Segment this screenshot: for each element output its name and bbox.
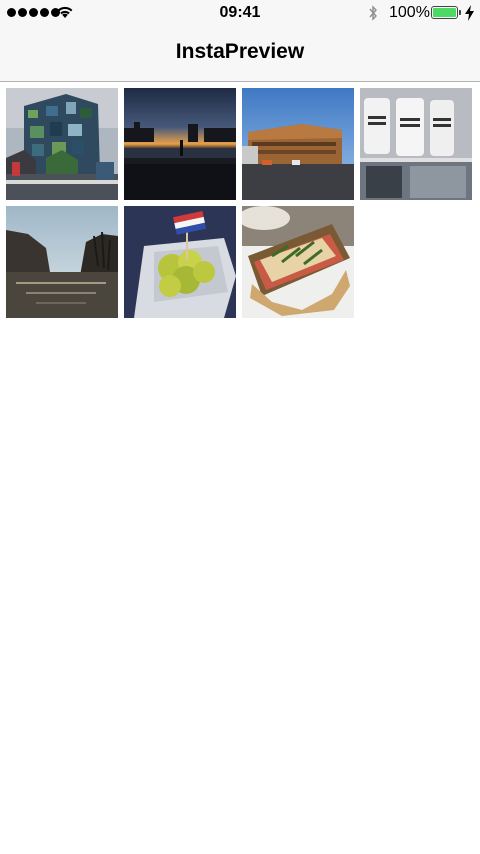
canal-photo	[6, 206, 118, 318]
photo-thumbnail[interactable]	[6, 88, 118, 200]
battery-icon	[431, 6, 458, 19]
navigation-bar: InstaPreview	[0, 26, 480, 82]
photo-thumbnail[interactable]	[124, 88, 236, 200]
photo-thumbnail[interactable]	[360, 88, 472, 200]
photo-thumbnail[interactable]	[6, 206, 118, 318]
charging-icon	[465, 5, 474, 21]
photo-thumbnail[interactable]	[242, 88, 354, 200]
modern-building-photo	[242, 88, 354, 200]
bluetooth-icon	[369, 5, 377, 21]
page-title: InstaPreview	[175, 40, 305, 63]
herring-pickles-photo	[124, 206, 236, 318]
coffee-bags-photo	[360, 88, 472, 200]
battery-percent: 100%	[389, 4, 430, 21]
battery-cap	[459, 10, 461, 15]
colorful-building-photo	[6, 88, 118, 200]
sunset-waterfront-photo	[124, 88, 236, 200]
photo-thumbnail[interactable]	[124, 206, 236, 318]
photo-grid	[6, 88, 474, 318]
sandwich-photo	[242, 206, 354, 318]
photo-thumbnail[interactable]	[242, 206, 354, 318]
status-bar: 09:41 100%	[0, 0, 480, 26]
